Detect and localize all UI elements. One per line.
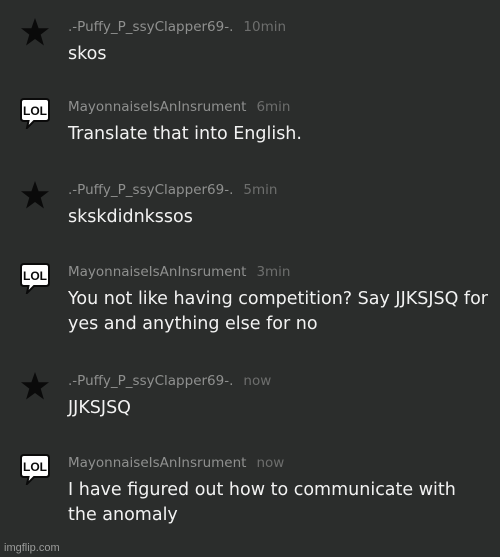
comment-meta: MayonnaiseIsAnInsrument 3min — [68, 262, 290, 282]
lol-badge-icon[interactable]: LOL — [20, 262, 50, 294]
timestamp: 5min — [243, 182, 278, 198]
star-icon[interactable] — [20, 371, 50, 403]
username[interactable]: .-Puffy_P_ssyClapper69-. — [68, 373, 233, 389]
lol-badge-icon[interactable]: LOL — [20, 97, 50, 129]
username[interactable]: MayonnaiseIsAnInsrument — [68, 455, 246, 471]
star-icon[interactable] — [20, 17, 50, 49]
watermark: imgflip.com — [4, 542, 60, 554]
timestamp: now — [256, 455, 285, 471]
lol-badge-label: LOL — [23, 460, 47, 474]
comment-meta: .-Puffy_P_ssyClapper69-. now — [68, 371, 271, 391]
lol-badge-icon[interactable]: LOL — [20, 453, 50, 485]
comment-text: JJKSJSQ — [68, 398, 131, 418]
star-icon[interactable] — [20, 180, 50, 212]
comment-meta: MayonnaiseIsAnInsrument now — [68, 453, 284, 473]
username[interactable]: MayonnaiseIsAnInsrument — [68, 99, 246, 115]
comment-meta: .-Puffy_P_ssyClapper69-. 10min — [68, 17, 286, 37]
comment-text: You not like having competition? Say JJK… — [68, 289, 488, 334]
comment-text: skskdidnkssos — [68, 207, 193, 227]
timestamp: 3min — [256, 264, 291, 280]
username[interactable]: .-Puffy_P_ssyClapper69-. — [68, 182, 233, 198]
comment-text: skos — [68, 44, 107, 64]
timestamp: now — [243, 373, 272, 389]
username[interactable]: MayonnaiseIsAnInsrument — [68, 264, 246, 280]
lol-badge-label: LOL — [23, 104, 47, 118]
timestamp: 10min — [243, 19, 287, 35]
comment-meta: MayonnaiseIsAnInsrument 6min — [68, 97, 290, 117]
comment-text: Translate that into English. — [68, 124, 302, 144]
comment-meta: .-Puffy_P_ssyClapper69-. 5min — [68, 180, 277, 200]
timestamp: 6min — [256, 99, 291, 115]
lol-badge-label: LOL — [23, 269, 47, 283]
comment-text: I have figured out how to communicate wi… — [68, 480, 456, 525]
username[interactable]: .-Puffy_P_ssyClapper69-. — [68, 19, 233, 35]
